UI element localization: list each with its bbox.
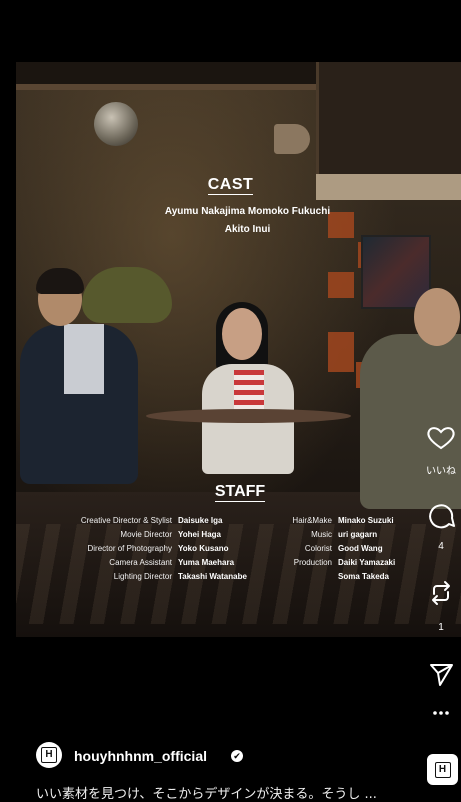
like-button[interactable] xyxy=(421,424,461,452)
verified-badge-icon: ✔ xyxy=(231,750,243,762)
username[interactable]: houyhnhnm_official xyxy=(74,748,207,764)
scene-person-center-head xyxy=(222,308,262,360)
staff-role: Creative Director & Stylist xyxy=(80,516,172,525)
cast-names-line-2: Akito Inui xyxy=(224,224,271,235)
audio-logo: H xyxy=(434,761,451,778)
staff-name: Daisuke Iga xyxy=(178,516,223,525)
repost-button[interactable] xyxy=(421,578,461,608)
scene-wall-lamp xyxy=(94,102,138,146)
share-button[interactable] xyxy=(421,658,461,688)
scene-lamp-arm xyxy=(274,124,310,154)
cast-title: CAST xyxy=(207,176,254,195)
scene-person-left-hair xyxy=(36,268,84,294)
staff-name: uri gagarn xyxy=(338,530,378,539)
cast-names-line-1: Ayumu Nakajima Momoko Fukuchi xyxy=(164,206,331,217)
heart-icon xyxy=(427,427,455,450)
staff-names-left: Daisuke Iga Yohei Haga Yoko Kusano Yuma … xyxy=(178,514,268,584)
scene-plant xyxy=(82,267,172,323)
staff-roles-left: Creative Director & Stylist Movie Direct… xyxy=(54,514,172,584)
more-icon xyxy=(433,711,449,715)
staff-name: Takashi Watanabe xyxy=(178,572,247,581)
repost-icon xyxy=(432,581,450,605)
audio-thumbnail[interactable]: H xyxy=(427,754,458,785)
more-button[interactable] xyxy=(421,706,461,720)
send-icon xyxy=(430,664,453,686)
staff-role: Colorist xyxy=(304,544,332,553)
staff-roles-right: Hair&Make Music Colorist Production xyxy=(270,514,332,584)
staff-title: STAFF xyxy=(214,483,266,502)
staff-name: Daiki Yamazaki xyxy=(338,558,396,567)
scene-person-right-head xyxy=(414,288,460,346)
like-label: いいね xyxy=(426,466,456,477)
staff-role xyxy=(270,570,332,584)
staff-role: Hair&Make xyxy=(292,516,332,525)
repost-count: 1 xyxy=(438,622,444,633)
staff-name: Good Wang xyxy=(338,544,383,553)
comment-button[interactable] xyxy=(421,500,461,530)
staff-name: Soma Takeda xyxy=(338,572,389,581)
comment-count: 4 xyxy=(438,541,444,552)
staff-role: Camera Assistant xyxy=(109,558,172,567)
staff-role: Music xyxy=(311,530,332,539)
staff-role: Director of Photography xyxy=(87,544,173,553)
comment-icon xyxy=(429,504,455,529)
staff-name: Minako Suzuki xyxy=(338,516,394,525)
avatar-logo: H xyxy=(41,747,57,763)
scene-table xyxy=(146,409,351,423)
staff-name: Yuma Maehara xyxy=(178,558,235,567)
avatar[interactable]: H xyxy=(36,742,62,768)
staff-role: Production xyxy=(293,558,332,567)
staff-name: Yohei Haga xyxy=(178,530,221,539)
staff-name: Yoko Kusano xyxy=(178,544,229,553)
staff-role: Lighting Director xyxy=(113,572,172,581)
scene-person-left-shirt xyxy=(64,324,104,394)
staff-names-right: Minako Suzuki uri gagarn Good Wang Daiki… xyxy=(338,514,428,584)
caption[interactable]: いい素材を見つけ、そこからデザインが決まる。そうし ... xyxy=(36,783,377,802)
scene-cabinet xyxy=(316,62,461,182)
staff-role: Movie Director xyxy=(120,530,172,539)
